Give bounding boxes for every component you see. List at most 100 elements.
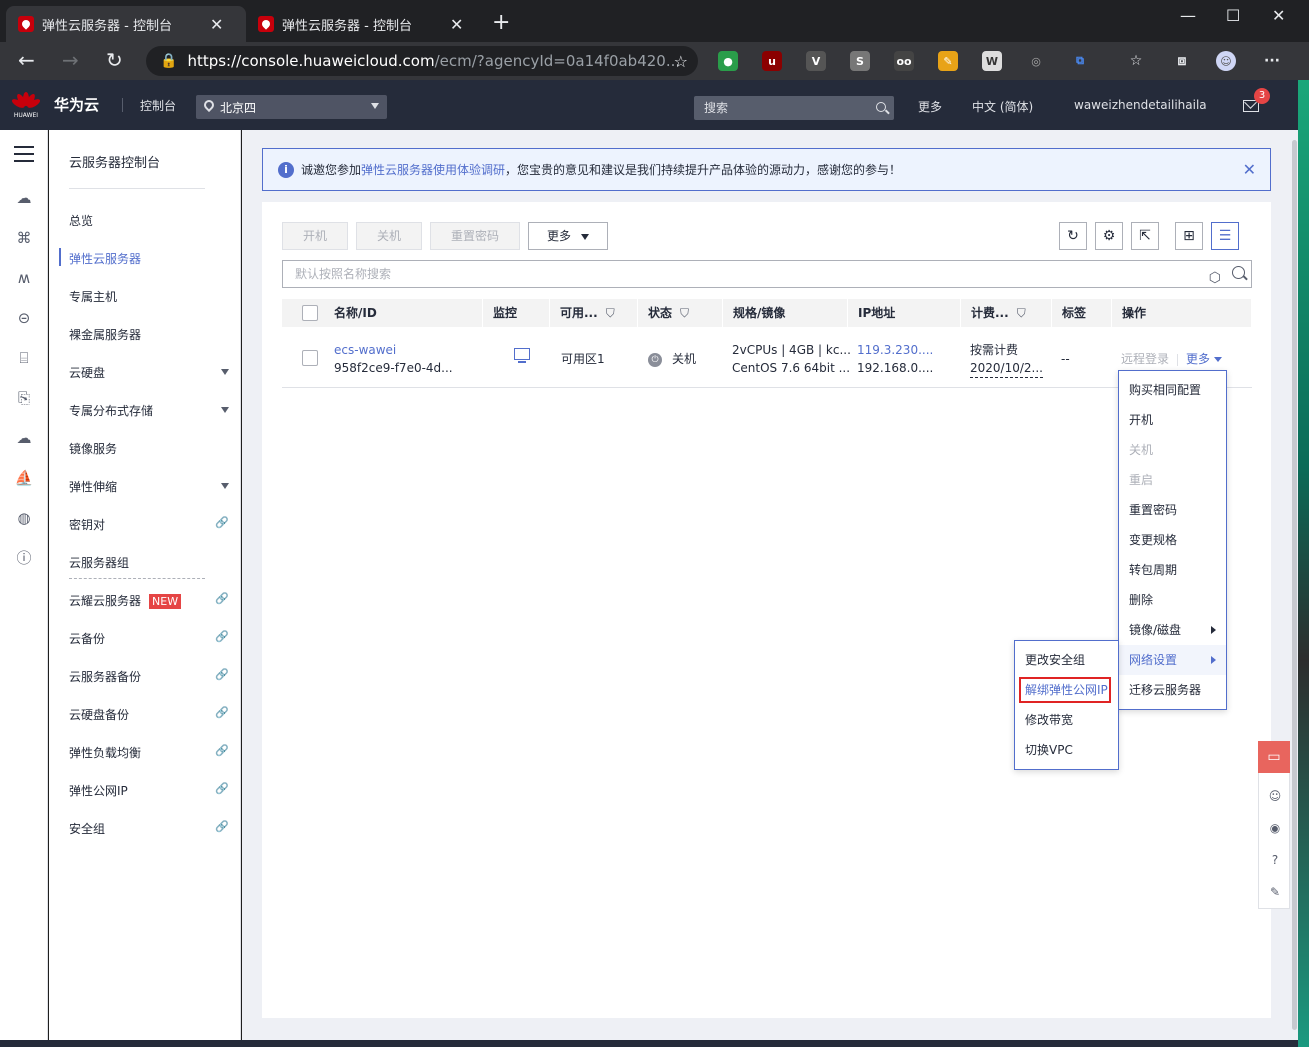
extension-crop-icon[interactable]: ⧉ <box>1070 51 1090 71</box>
more-actions-button[interactable]: 更多 <box>528 222 608 250</box>
stop-button[interactable]: 关机 <box>356 222 422 250</box>
public-ip-link[interactable]: 119.3.230.... <box>857 341 933 359</box>
extension-s-icon[interactable]: S <box>850 51 870 71</box>
hamburger-menu-icon[interactable] <box>14 146 34 162</box>
close-window-icon[interactable]: ✕ <box>1272 6 1285 25</box>
help-icon[interactable]: ? <box>1267 852 1283 868</box>
sidebar-item-hecs[interactable]: 云耀云服务器 NEW 🔗 <box>69 592 229 612</box>
browser-tab-1[interactable]: 弹性云服务器 - 控制台 ✕ <box>6 6 246 42</box>
collections-icon[interactable]: ⧈ <box>1172 51 1192 71</box>
select-all-checkbox[interactable] <box>302 305 318 321</box>
sidebar-item-server-backup[interactable]: 云服务器备份 🔗 <box>69 668 229 688</box>
billing-date[interactable]: 2020/10/2... <box>970 359 1043 378</box>
survey-link[interactable]: 弹性云服务器使用体验调研 <box>361 161 505 178</box>
sidebar-item-as[interactable]: 弹性伸缩 <box>69 478 229 498</box>
extension-ublock-icon[interactable]: u <box>762 51 782 71</box>
console-link[interactable]: 控制台 <box>140 97 176 114</box>
huawei-logo-icon[interactable]: HUAWEI <box>10 90 42 120</box>
header-search-input[interactable]: 搜索 <box>694 96 894 120</box>
ip-icon[interactable]: ⓘ <box>14 548 34 568</box>
web-globe-icon[interactable]: ◍ <box>14 508 34 528</box>
menu-item-restart[interactable]: 重启 <box>1119 465 1226 495</box>
settings-gear-icon[interactable]: ⚙ <box>1095 222 1123 250</box>
menu-item-buy-same[interactable]: 购买相同配置 <box>1119 375 1226 405</box>
close-icon[interactable]: ✕ <box>1243 160 1256 179</box>
sidebar-item-evs[interactable]: 云硬盘 <box>69 364 229 384</box>
search-icon[interactable] <box>876 102 886 112</box>
menu-item-modify-bandwidth[interactable]: 修改带宽 <box>1015 705 1118 735</box>
close-tab-icon[interactable]: ✕ <box>210 15 223 34</box>
menu-item-unbind-eip[interactable]: 解绑弹性公网IP <box>1015 675 1118 705</box>
sidebar-item-dss[interactable]: 专属分布式存储 <box>69 402 229 422</box>
tag-filter-icon[interactable]: ⬡ <box>1209 265 1221 291</box>
database-icon[interactable]: ⌸ <box>14 348 34 368</box>
column-header-name[interactable]: 名称/ID <box>324 299 483 327</box>
close-tab-icon[interactable]: ✕ <box>450 15 463 34</box>
search-input[interactable]: 默认按照名称搜索 ⬡ <box>282 260 1252 288</box>
extension-globe-icon[interactable]: ● <box>718 51 738 71</box>
grid-view-icon[interactable]: ⊞ <box>1175 222 1203 250</box>
cloud-server-icon[interactable]: ☁ <box>14 188 34 208</box>
search-icon[interactable] <box>1232 266 1245 279</box>
storage-icon[interactable]: ⊝ <box>14 308 34 328</box>
chevron-down-icon[interactable] <box>221 483 229 489</box>
sidebar-item-overview[interactable]: 总览 <box>69 212 229 232</box>
sidebar-item-ecs[interactable]: 弹性云服务器 <box>69 250 229 270</box>
browser-tab-2[interactable]: 弹性云服务器 - 控制台 ✕ <box>246 6 486 42</box>
cloud-check-icon[interactable]: ☁ <box>14 428 34 448</box>
filter-icon[interactable]: ⛉ <box>1017 299 1026 327</box>
minimize-icon[interactable]: — <box>1180 6 1196 25</box>
column-header-status[interactable]: 状态 ⛉ <box>638 299 723 327</box>
cluster-icon[interactable]: ⌘ <box>14 228 34 248</box>
menu-item-image-disk[interactable]: 镜像/磁盘 <box>1119 615 1226 645</box>
sidebar-item-ims[interactable]: 镜像服务 <box>69 440 229 460</box>
menu-item-reset-password[interactable]: 重置密码 <box>1119 495 1226 525</box>
menu-item-network-settings[interactable]: 网络设置 <box>1119 645 1226 675</box>
sidebar-item-security-group[interactable]: 安全组 🔗 <box>69 820 229 840</box>
extension-orange-icon[interactable]: ✎ <box>938 51 958 71</box>
start-button[interactable]: 开机 <box>282 222 348 250</box>
support-headset-icon[interactable]: ◉ <box>1267 820 1283 836</box>
profile-avatar[interactable]: ☺ <box>1216 51 1236 71</box>
sidebar-item-elb[interactable]: 弹性负载均衡 🔗 <box>69 744 229 764</box>
extension-circle-icon[interactable]: ◎ <box>1026 51 1046 71</box>
maximize-icon[interactable]: ☐ <box>1226 6 1240 25</box>
menu-item-to-yearly[interactable]: 转包周期 <box>1119 555 1226 585</box>
server-name-link[interactable]: ecs-wawei <box>334 341 453 359</box>
chevron-down-icon[interactable] <box>221 407 229 413</box>
menu-item-migrate[interactable]: 迁移云服务器 <box>1119 675 1226 705</box>
sidebar-item-dedicated-host[interactable]: 专属主机 <box>69 288 229 308</box>
monitor-icon[interactable] <box>514 348 530 363</box>
region-selector[interactable]: 北京四 <box>196 95 387 119</box>
reset-password-button[interactable]: 重置密码 <box>430 222 520 250</box>
feedback-icon[interactable]: ☺ <box>1267 788 1283 804</box>
user-account[interactable]: waweizhendetailihaila <box>1074 98 1207 112</box>
sidebar-item-server-group[interactable]: 云服务器组 <box>69 554 229 574</box>
network-icon[interactable]: ʍ <box>14 268 34 288</box>
header-more-link[interactable]: 更多 <box>918 98 942 115</box>
document-icon[interactable]: ⎘ <box>14 388 34 408</box>
edit-note-icon[interactable]: ✎ <box>1267 884 1283 900</box>
extension-w-icon[interactable]: W <box>982 51 1002 71</box>
reload-icon[interactable]: ↻ <box>106 48 123 72</box>
address-bar[interactable]: 🔒 https://console.huaweicloud.com/ecm/?a… <box>146 46 698 76</box>
sidebar-item-disk-backup[interactable]: 云硬盘备份 🔗 <box>69 706 229 726</box>
extension-glasses-icon[interactable]: oo <box>894 51 914 71</box>
sidebar-item-eip[interactable]: 弹性公网IP 🔗 <box>69 782 229 802</box>
row-more-actions[interactable]: 更多 <box>1186 352 1223 366</box>
list-view-icon[interactable]: ☰ <box>1211 222 1239 250</box>
remote-login-link[interactable]: 远程登录 <box>1121 352 1169 366</box>
new-tab-icon[interactable]: + <box>492 10 510 35</box>
favorites-icon[interactable]: ☆ <box>1126 51 1146 71</box>
back-icon[interactable]: ← <box>18 48 35 72</box>
bookmark-star-icon[interactable]: ☆ <box>674 52 688 71</box>
forward-icon[interactable]: → <box>62 48 79 72</box>
menu-item-change-security-group[interactable]: 更改安全组 <box>1015 645 1118 675</box>
scrollbar-thumb[interactable] <box>1292 140 1297 1030</box>
menu-item-stop[interactable]: 关机 <box>1119 435 1226 465</box>
browser-menu-icon[interactable]: ··· <box>1262 51 1282 71</box>
language-selector[interactable]: 中文 (简体) <box>972 98 1033 115</box>
column-header-zone[interactable]: 可用... ⛉ <box>550 299 638 327</box>
row-checkbox[interactable] <box>302 350 318 366</box>
filter-icon[interactable]: ⛉ <box>680 299 689 327</box>
